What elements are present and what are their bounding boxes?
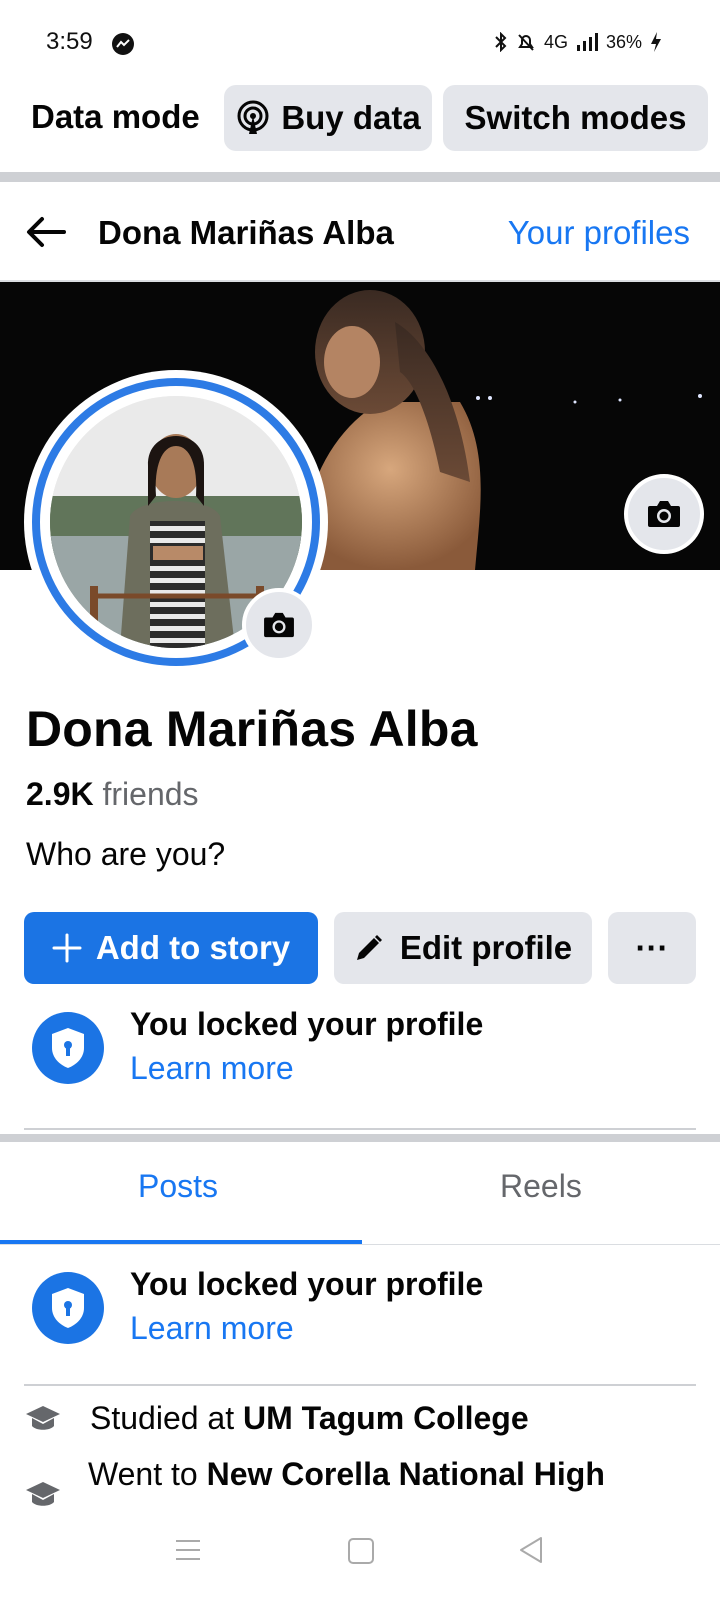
edit-profile-button[interactable]: Edit profile [334,912,592,984]
learn-more-link[interactable]: Learn more [130,1310,294,1347]
add-to-story-label: Add to story [95,929,291,966]
shield-lock-icon [32,1012,104,1084]
section-divider [0,1134,720,1142]
back-triangle-icon[interactable] [518,1536,544,1564]
status-time: 3:59 [46,28,93,55]
locked-profile-title: You locked your profile [130,1006,484,1042]
camera-icon [648,501,680,527]
home-icon[interactable] [348,1538,374,1564]
education-prefix: Studied at [90,1400,243,1436]
shield-lock-icon [32,1272,104,1344]
education-prefix: Went to [88,1456,207,1492]
back-arrow-icon[interactable] [24,210,68,254]
friends-number: 2.9K [26,776,94,812]
bluetooth-icon [495,32,507,52]
section-divider [0,172,720,182]
graduation-cap-icon [26,1482,60,1506]
signal-icon [576,33,598,51]
tab-posts[interactable]: Posts [138,1168,218,1205]
friends-count[interactable]: 2.9K friends [26,776,199,813]
header-title: Dona Mariñas Alba [98,214,394,251]
mute-bell-icon [518,34,534,51]
education-school[interactable]: UM Tagum College [243,1400,529,1436]
status-indicators: 4G 36% [494,31,662,53]
education-college: Studied at UM Tagum College [90,1400,529,1437]
buy-data-label: Buy data [281,99,421,136]
system-nav-bar [0,1512,720,1600]
locked-profile-title: You locked your profile [130,1266,484,1302]
messenger-icon [112,33,134,55]
divider [24,1384,696,1386]
tab-reels[interactable]: Reels [500,1168,582,1205]
profile-header: Dona Mariñas Alba Your profiles [0,182,720,282]
charging-icon [651,32,661,52]
plus-icon [52,933,82,963]
profile-bio: Who are you? [26,836,226,872]
edit-cover-camera-button[interactable] [624,474,704,554]
switch-modes-label: Switch modes [464,99,687,136]
add-to-story-button[interactable]: Add to story [24,912,318,984]
education-school[interactable]: New Corella National High [207,1456,605,1492]
more-options-button[interactable]: ··· [608,912,696,984]
recent-apps-icon[interactable] [176,1540,200,1560]
pencil-icon [356,935,382,960]
friends-word: friends [102,776,199,812]
status-bar: 3:59 4G 36% [0,0,720,84]
battery-percent: 36% [605,31,642,52]
profile-name: Dona Mariñas Alba [26,701,478,757]
your-profiles-link[interactable]: Your profiles [508,214,690,252]
edit-avatar-camera-button[interactable] [242,588,316,662]
tabs-divider [0,1244,720,1245]
buy-data-button[interactable]: Buy data [224,85,432,151]
camera-icon [264,612,294,638]
divider [24,1128,696,1130]
more-options-label: ··· [635,929,669,966]
data-mode-label: Data mode [31,98,200,135]
network-type: 4G [543,31,568,52]
switch-modes-button[interactable]: Switch modes [443,85,708,151]
edit-profile-label: Edit profile [399,929,573,966]
graduation-cap-icon [26,1406,60,1430]
broadcast-icon [237,100,269,134]
education-highschool: Went to New Corella National High [88,1456,605,1493]
learn-more-link[interactable]: Learn more [130,1050,294,1087]
